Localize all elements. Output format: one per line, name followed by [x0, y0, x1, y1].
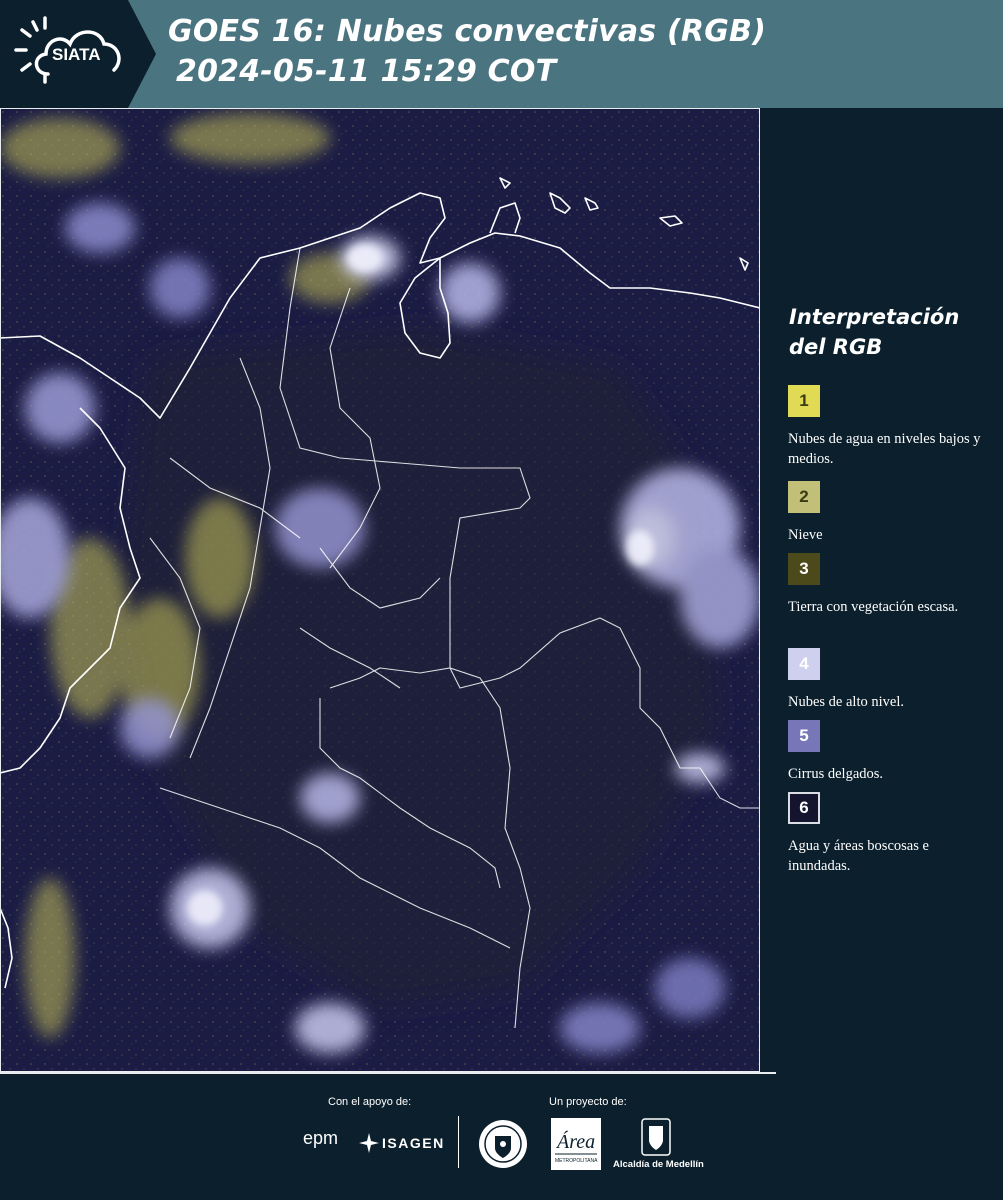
footer: Con el apoyo de: Un proyecto de: epm ISA… [0, 1072, 1003, 1200]
medellin-seal-icon[interactable] [477, 1118, 529, 1170]
satellite-map[interactable] [0, 108, 760, 1072]
legend-label-6: Agua y áreas boscosas e inundadas. [788, 838, 929, 874]
footer-vertical-divider [458, 1116, 459, 1168]
alcaldia-label: Alcaldía de Medellín [613, 1159, 704, 1170]
legend-label-1: Nubes de agua en niveles bajos y medios. [788, 431, 981, 467]
isagen-label: ISAGEN [382, 1135, 445, 1151]
legend-swatch-4: 4 [788, 648, 820, 680]
legend-swatch-2: 2 [788, 481, 820, 513]
legend-label-5: Cirrus delgados. [788, 766, 884, 782]
legend-item-6: 6 Agua y áreas boscosas e inundadas. [788, 792, 993, 876]
legend-label-4: Nubes de alto nivel. [788, 694, 904, 710]
siata-sun-cloud-icon: SIATA [0, 0, 156, 108]
header-bar: SIATA GOES 16: Nubes convectivas (RGB) 2… [0, 0, 1003, 108]
alcaldia-medellin-shield-icon[interactable] [641, 1118, 671, 1156]
legend-item-1: 1 Nubes de agua en niveles bajos y medio… [788, 385, 993, 469]
siata-logo[interactable]: SIATA [0, 0, 158, 108]
legend-label-3: Tierra con vegetación escasa. [788, 599, 959, 615]
legend-item-2: 2 Nieve [788, 481, 993, 545]
footer-divider [0, 1072, 776, 1074]
legend-swatch-6: 6 [788, 792, 820, 824]
legend-swatch-1: 1 [788, 385, 820, 417]
legend-panel: Interpretación del RGB 1 Nubes de agua e… [760, 108, 1003, 1072]
svg-text:Área: Área [555, 1130, 595, 1153]
page-timestamp: 2024-05-11 15:29 COT [176, 54, 557, 89]
legend-label-2: Nieve [788, 527, 823, 543]
area-metropolitana-logo[interactable]: Área METROPOLITANA [551, 1118, 601, 1170]
isagen-star-icon [359, 1133, 379, 1153]
legend-swatch-5: 5 [788, 720, 820, 752]
epm-logo[interactable]: epm [303, 1128, 338, 1149]
legend-swatch-3: 3 [788, 553, 820, 585]
legend-item-3: 3 Tierra con vegetación escasa. [788, 553, 993, 617]
legend-item-4: 4 Nubes de alto nivel. [788, 648, 993, 712]
legend-item-5: 5 Cirrus delgados. [788, 720, 993, 784]
satellite-imagery-icon [0, 108, 760, 1072]
page-title: GOES 16: Nubes convectivas (RGB) [168, 14, 767, 49]
isagen-logo[interactable]: ISAGEN [358, 1132, 443, 1154]
project-label: Un proyecto de: [549, 1096, 627, 1108]
support-label: Con el apoyo de: [328, 1096, 412, 1108]
svg-text:SIATA: SIATA [52, 45, 100, 64]
legend-title: Interpretación del RGB [789, 305, 960, 359]
svg-text:METROPOLITANA: METROPOLITANA [555, 1158, 598, 1164]
